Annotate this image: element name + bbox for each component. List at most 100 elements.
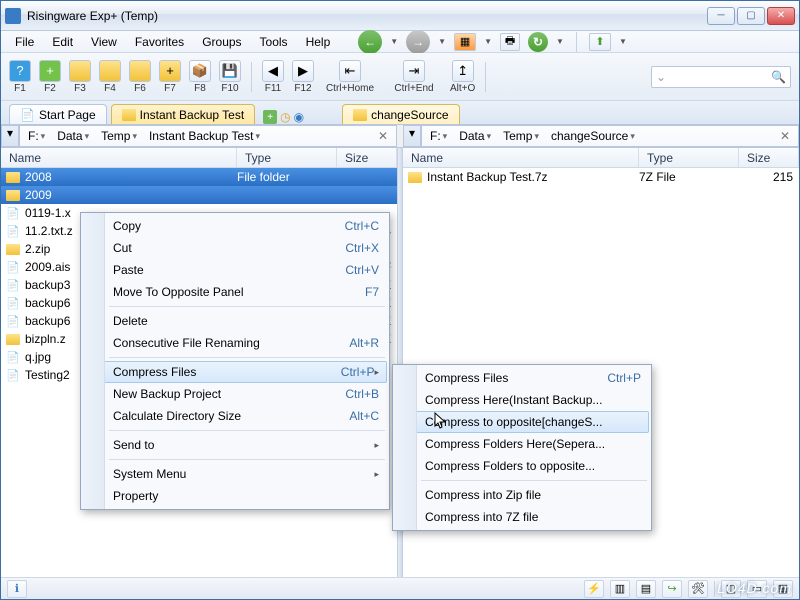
status-layout2-icon[interactable]: ▤ xyxy=(636,580,656,598)
ctx-system-menu[interactable]: System Menu▸ xyxy=(83,463,387,485)
toolbar-f8[interactable]: 📦F8 xyxy=(189,60,211,94)
ctx-copy[interactable]: ⧉CopyCtrl+C xyxy=(83,215,387,237)
ctx-compress-files[interactable]: 🗜Compress FilesCtrl+P▸ xyxy=(83,361,387,383)
view-dropdown[interactable]: ▼ xyxy=(484,37,492,46)
search-input[interactable]: ⌄ 🔍 xyxy=(651,66,791,88)
breadcrumb-left[interactable]: F:▾ Data▾ Temp▾ Instant Backup Test▾ ✕ xyxy=(19,125,397,147)
search-icon[interactable]: 🔍 xyxy=(771,70,786,84)
toolbar-ctrl-home[interactable]: ⇤Ctrl+Home xyxy=(322,60,378,94)
search-caret-icon: ⌄ xyxy=(656,70,666,84)
menu-edit[interactable]: Edit xyxy=(44,33,81,51)
status-tool-icon[interactable]: 🛠 xyxy=(688,580,708,598)
tab-history-icon[interactable]: ◷ xyxy=(280,110,290,124)
folder-icon xyxy=(5,170,21,184)
ctx-compress-folders-to-opposite-[interactable]: Compress Folders to opposite... xyxy=(395,455,649,477)
tab-list-icon[interactable]: ◉ xyxy=(294,110,304,124)
toolbar-f7[interactable]: +F7 xyxy=(159,60,181,94)
toolbar-ctrl-end[interactable]: ⇥Ctrl+End xyxy=(386,60,442,94)
ctx-compress-into-zip-file[interactable]: Compress into Zip file xyxy=(395,484,649,506)
folder-icon xyxy=(5,242,21,256)
ctx-cut[interactable]: ✂CutCtrl+X xyxy=(83,237,387,259)
file-icon: 📄 xyxy=(5,206,21,220)
ctx-send-to[interactable]: Send to▸ xyxy=(83,434,387,456)
status-info-icon[interactable]: ℹ xyxy=(7,580,27,598)
breadcrumb-toggle-right[interactable]: ▾ xyxy=(403,125,421,147)
tab-instant-backup[interactable]: Instant Backup Test xyxy=(111,104,256,124)
toolbar-f11[interactable]: ◀F11 xyxy=(262,60,284,94)
file-icon: 📄 xyxy=(5,296,21,310)
ctx-new-backup-project[interactable]: 💾New Backup ProjectCtrl+B xyxy=(83,383,387,405)
maximize-button[interactable]: ▢ xyxy=(737,7,765,25)
breadcrumb-clear-icon[interactable]: ✕ xyxy=(374,129,392,143)
tab-add-button[interactable]: + xyxy=(263,110,277,124)
close-button[interactable]: ✕ xyxy=(767,7,795,25)
ctx-paste[interactable]: 📋PasteCtrl+V xyxy=(83,259,387,281)
column-size[interactable]: Size xyxy=(337,148,397,167)
refresh-button[interactable]: ↻ xyxy=(528,32,548,52)
printer-icon[interactable]: 🖶 xyxy=(500,33,520,51)
ctx-compress-files[interactable]: 🗜Compress FilesCtrl+P xyxy=(395,367,649,389)
page-icon: 📄 xyxy=(20,108,35,122)
app-icon xyxy=(5,8,21,24)
menu-favorites[interactable]: Favorites xyxy=(127,33,192,51)
file-icon: 📄 xyxy=(5,350,21,364)
folder-icon xyxy=(407,170,423,184)
folder-icon xyxy=(353,109,367,121)
menu-tools[interactable]: Tools xyxy=(252,33,296,51)
file-icon: 📄 xyxy=(5,260,21,274)
nav-back-dropdown[interactable]: ▼ xyxy=(390,37,398,46)
watermark: LO4D.com xyxy=(717,580,792,596)
toolbar-alt-o[interactable]: ↥Alt+O xyxy=(450,60,475,94)
nav-back-button[interactable]: ← xyxy=(358,30,382,54)
ctx-delete[interactable]: ✖Delete xyxy=(83,310,387,332)
toolbar-f10[interactable]: 💾F10 xyxy=(219,60,241,94)
file-icon: 📄 xyxy=(5,314,21,328)
up-dropdown[interactable]: ▼ xyxy=(619,37,627,46)
folder-icon xyxy=(5,188,21,202)
toolbar-f4[interactable]: F4 xyxy=(99,60,121,94)
ctx-consecutive-file-renaming[interactable]: ✎Consecutive File RenamingAlt+R xyxy=(83,332,387,354)
nav-forward-button[interactable]: → xyxy=(406,30,430,54)
folder-icon xyxy=(5,332,21,346)
toolbar-f2[interactable]: +F2 xyxy=(39,60,61,94)
tab-start-page[interactable]: 📄 Start Page xyxy=(9,104,107,124)
ctx-compress-to-opposite-changes-[interactable]: 🗜Compress to opposite[changeS... xyxy=(395,411,649,433)
toolbar-f12[interactable]: ▶F12 xyxy=(292,60,314,94)
column-type[interactable]: Type xyxy=(639,148,739,167)
breadcrumb-right[interactable]: F:▾ Data▾ Temp▾ changeSource▾ ✕ xyxy=(421,125,799,147)
menu-file[interactable]: File xyxy=(7,33,42,51)
toolbar-f3[interactable]: F3 xyxy=(69,60,91,94)
file-row[interactable]: Instant Backup Test.7z7Z File215 xyxy=(403,168,799,186)
ctx-compress-into-7z-file[interactable]: Compress into 7Z file xyxy=(395,506,649,528)
minimize-button[interactable]: ─ xyxy=(707,7,735,25)
menu-help[interactable]: Help xyxy=(298,33,339,51)
menu-groups[interactable]: Groups xyxy=(194,33,249,51)
file-icon: 📄 xyxy=(5,278,21,292)
tab-change-source[interactable]: changeSource xyxy=(342,104,459,124)
status-layout1-icon[interactable]: ▥ xyxy=(610,580,630,598)
tab-label: changeSource xyxy=(371,108,448,122)
toolbar-f6[interactable]: F6 xyxy=(129,60,151,94)
ctx-compress-here-instant-backup-[interactable]: Compress Here(Instant Backup... xyxy=(395,389,649,411)
ctx-property[interactable]: Property xyxy=(83,485,387,507)
column-name[interactable]: Name xyxy=(1,148,237,167)
breadcrumb-clear-icon[interactable]: ✕ xyxy=(776,129,794,143)
column-size[interactable]: Size xyxy=(739,148,799,167)
nav-forward-dropdown[interactable]: ▼ xyxy=(438,37,446,46)
file-row[interactable]: 2008File folder xyxy=(1,168,397,186)
file-row[interactable]: 2009 xyxy=(1,186,397,204)
column-name[interactable]: Name xyxy=(403,148,639,167)
up-arrow-icon[interactable]: ⬆ xyxy=(589,33,611,51)
ctx-calculate-directory-size[interactable]: 📐Calculate Directory SizeAlt+C xyxy=(83,405,387,427)
refresh-dropdown[interactable]: ▼ xyxy=(556,37,564,46)
breadcrumb-toggle-left[interactable]: ▾ xyxy=(1,125,19,147)
toolbar-f1[interactable]: ?F1 xyxy=(9,60,31,94)
view-mode-icon[interactable]: ▦ xyxy=(454,33,476,51)
ctx-compress-folders-here-sepera-[interactable]: Compress Folders Here(Sepera... xyxy=(395,433,649,455)
column-type[interactable]: Type xyxy=(237,148,337,167)
menu-view[interactable]: View xyxy=(83,33,125,51)
folder-icon xyxy=(122,109,136,121)
ctx-move-to-opposite-panel[interactable]: ↔Move To Opposite PanelF7 xyxy=(83,281,387,303)
status-arrow-icon[interactable]: ↪ xyxy=(662,580,682,598)
status-lightning-icon[interactable]: ⚡ xyxy=(584,580,604,598)
